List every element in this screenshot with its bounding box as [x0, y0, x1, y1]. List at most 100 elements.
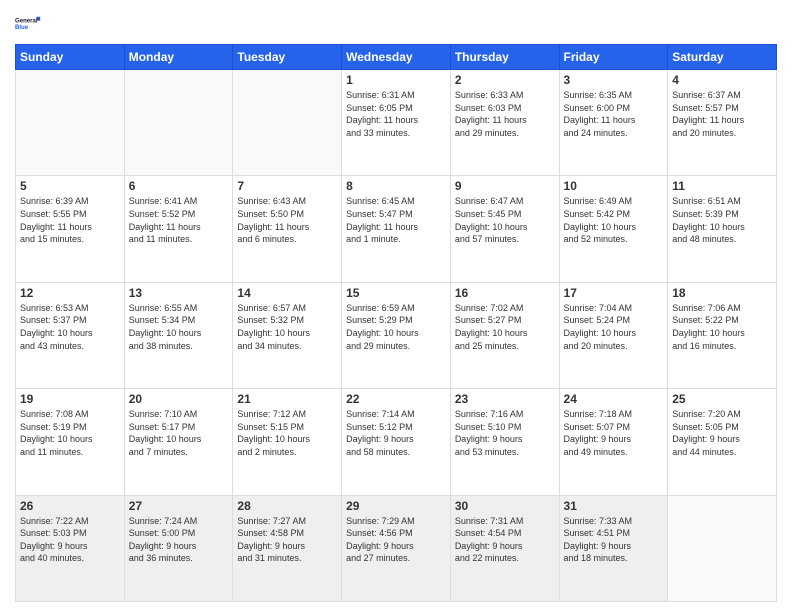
calendar-table: SundayMondayTuesdayWednesdayThursdayFrid… [15, 44, 777, 602]
day-info: Sunrise: 7:18 AM Sunset: 5:07 PM Dayligh… [564, 408, 664, 458]
logo: GeneralBlue [15, 10, 43, 38]
day-number: 5 [20, 179, 120, 193]
day-info: Sunrise: 6:39 AM Sunset: 5:55 PM Dayligh… [20, 195, 120, 245]
calendar-cell: 16 Sunrise: 7:02 AM Sunset: 5:27 PM Dayli… [450, 282, 559, 388]
day-number: 10 [564, 179, 664, 193]
calendar-week-5: 26 Sunrise: 7:22 AM Sunset: 5:03 PM Dayli… [16, 495, 777, 601]
day-number: 25 [672, 392, 772, 406]
col-header-saturday: Saturday [668, 45, 777, 70]
calendar-week-4: 19 Sunrise: 7:08 AM Sunset: 5:19 PM Dayli… [16, 389, 777, 495]
calendar-cell: 22Sunrise: 7:14 AM Sunset: 5:12 PM Dayli… [342, 389, 451, 495]
calendar-cell: 21 Sunrise: 7:12 AM Sunset: 5:15 PM Dayli… [233, 389, 342, 495]
day-info: Sunrise: 7:10 AM Sunset: 5:17 PM Dayligh… [129, 408, 229, 458]
day-info: Sunrise: 6:59 AM Sunset: 5:29 PM Dayligh… [346, 302, 446, 352]
day-info: Sunrise: 6:35 AM Sunset: 6:00 PM Dayligh… [564, 89, 664, 139]
day-info: Sunrise: 7:08 AM Sunset: 5:19 PM Dayligh… [20, 408, 120, 458]
day-number: 29 [346, 499, 446, 513]
calendar-cell: 20 Sunrise: 7:10 AM Sunset: 5:17 PM Dayli… [124, 389, 233, 495]
calendar-cell: 31 Sunrise: 7:33 AM Sunset: 4:51 PM Dayli… [559, 495, 668, 601]
day-info: Sunrise: 6:33 AM Sunset: 6:03 PM Dayligh… [455, 89, 555, 139]
day-number: 26 [20, 499, 120, 513]
calendar-cell: 19 Sunrise: 7:08 AM Sunset: 5:19 PM Dayli… [16, 389, 125, 495]
day-number: 1 [346, 73, 446, 87]
day-number: 4 [672, 73, 772, 87]
calendar-week-2: 5 Sunrise: 6:39 AM Sunset: 5:55 PM Daylig… [16, 176, 777, 282]
day-number: 2 [455, 73, 555, 87]
day-number: 27 [129, 499, 229, 513]
day-number: 31 [564, 499, 664, 513]
day-number: 14 [237, 286, 337, 300]
day-info: Sunrise: 7:31 AM Sunset: 4:54 PM Dayligh… [455, 515, 555, 565]
calendar-cell: 25 Sunrise: 7:20 AM Sunset: 5:05 PM Dayli… [668, 389, 777, 495]
calendar-cell: 8 Sunrise: 6:45 AM Sunset: 5:47 PM Daylig… [342, 176, 451, 282]
day-number: 16 [455, 286, 555, 300]
day-info: Sunrise: 7:20 AM Sunset: 5:05 PM Dayligh… [672, 408, 772, 458]
day-number: 6 [129, 179, 229, 193]
calendar-cell: 12Sunrise: 6:53 AM Sunset: 5:37 PM Dayli… [16, 282, 125, 388]
day-number: 20 [129, 392, 229, 406]
day-info: Sunrise: 7:02 AM Sunset: 5:27 PM Dayligh… [455, 302, 555, 352]
day-number: 7 [237, 179, 337, 193]
day-number: 30 [455, 499, 555, 513]
col-header-thursday: Thursday [450, 45, 559, 70]
calendar-cell: 11 Sunrise: 6:51 AM Sunset: 5:39 PM Dayli… [668, 176, 777, 282]
day-number: 9 [455, 179, 555, 193]
calendar-cell [668, 495, 777, 601]
day-number: 3 [564, 73, 664, 87]
day-info: Sunrise: 6:53 AM Sunset: 5:37 PM Dayligh… [20, 302, 120, 352]
day-number: 18 [672, 286, 772, 300]
day-info: Sunrise: 6:57 AM Sunset: 5:32 PM Dayligh… [237, 302, 337, 352]
calendar-cell: 24Sunrise: 7:18 AM Sunset: 5:07 PM Dayli… [559, 389, 668, 495]
calendar-cell [124, 70, 233, 176]
day-info: Sunrise: 6:49 AM Sunset: 5:42 PM Dayligh… [564, 195, 664, 245]
logo-icon: GeneralBlue [15, 10, 43, 38]
calendar-cell: 6 Sunrise: 6:41 AM Sunset: 5:52 PM Daylig… [124, 176, 233, 282]
col-header-tuesday: Tuesday [233, 45, 342, 70]
page: GeneralBlue SundayMondayTuesdayWednesday… [0, 0, 792, 612]
day-info: Sunrise: 6:51 AM Sunset: 5:39 PM Dayligh… [672, 195, 772, 245]
calendar-cell: 14 Sunrise: 6:57 AM Sunset: 5:32 PM Dayli… [233, 282, 342, 388]
day-info: Sunrise: 6:43 AM Sunset: 5:50 PM Dayligh… [237, 195, 337, 245]
calendar-cell: 4 Sunrise: 6:37 AM Sunset: 5:57 PM Daylig… [668, 70, 777, 176]
header: GeneralBlue [15, 10, 777, 38]
calendar-cell: 10 Sunrise: 6:49 AM Sunset: 5:42 PM Dayli… [559, 176, 668, 282]
calendar-cell: 7 Sunrise: 6:43 AM Sunset: 5:50 PM Daylig… [233, 176, 342, 282]
calendar-cell: 29 Sunrise: 7:29 AM Sunset: 4:56 PM Dayli… [342, 495, 451, 601]
day-number: 28 [237, 499, 337, 513]
svg-text:Blue: Blue [15, 25, 29, 31]
day-info: Sunrise: 6:47 AM Sunset: 5:45 PM Dayligh… [455, 195, 555, 245]
col-header-sunday: Sunday [16, 45, 125, 70]
day-number: 15 [346, 286, 446, 300]
calendar-cell [233, 70, 342, 176]
calendar-cell: 28 Sunrise: 7:27 AM Sunset: 4:58 PM Dayli… [233, 495, 342, 601]
day-number: 11 [672, 179, 772, 193]
day-info: Sunrise: 7:29 AM Sunset: 4:56 PM Dayligh… [346, 515, 446, 565]
calendar-cell: 30 Sunrise: 7:31 AM Sunset: 4:54 PM Dayli… [450, 495, 559, 601]
calendar-cell: 23 Sunrise: 7:16 AM Sunset: 5:10 PM Dayli… [450, 389, 559, 495]
day-number: 23 [455, 392, 555, 406]
day-info: Sunrise: 6:31 AM Sunset: 6:05 PM Dayligh… [346, 89, 446, 139]
calendar-week-3: 12Sunrise: 6:53 AM Sunset: 5:37 PM Dayli… [16, 282, 777, 388]
day-info: Sunrise: 7:16 AM Sunset: 5:10 PM Dayligh… [455, 408, 555, 458]
day-info: Sunrise: 6:37 AM Sunset: 5:57 PM Dayligh… [672, 89, 772, 139]
day-number: 21 [237, 392, 337, 406]
calendar-cell: 5 Sunrise: 6:39 AM Sunset: 5:55 PM Daylig… [16, 176, 125, 282]
calendar-cell: 17Sunrise: 7:04 AM Sunset: 5:24 PM Dayli… [559, 282, 668, 388]
day-info: Sunrise: 7:14 AM Sunset: 5:12 PM Dayligh… [346, 408, 446, 458]
day-info: Sunrise: 7:33 AM Sunset: 4:51 PM Dayligh… [564, 515, 664, 565]
day-info: Sunrise: 7:27 AM Sunset: 4:58 PM Dayligh… [237, 515, 337, 565]
calendar-week-1: 1 Sunrise: 6:31 AM Sunset: 6:05 PM Daylig… [16, 70, 777, 176]
day-number: 17 [564, 286, 664, 300]
calendar-cell: 1 Sunrise: 6:31 AM Sunset: 6:05 PM Daylig… [342, 70, 451, 176]
day-info: Sunrise: 7:22 AM Sunset: 5:03 PM Dayligh… [20, 515, 120, 565]
day-info: Sunrise: 6:45 AM Sunset: 5:47 PM Dayligh… [346, 195, 446, 245]
calendar-cell: 27Sunrise: 7:24 AM Sunset: 5:00 PM Dayli… [124, 495, 233, 601]
calendar-cell: 2 Sunrise: 6:33 AM Sunset: 6:03 PM Daylig… [450, 70, 559, 176]
calendar-cell: 15 Sunrise: 6:59 AM Sunset: 5:29 PM Dayli… [342, 282, 451, 388]
day-number: 19 [20, 392, 120, 406]
day-info: Sunrise: 7:12 AM Sunset: 5:15 PM Dayligh… [237, 408, 337, 458]
calendar-cell: 9 Sunrise: 6:47 AM Sunset: 5:45 PM Daylig… [450, 176, 559, 282]
calendar-cell: 18Sunrise: 7:06 AM Sunset: 5:22 PM Dayli… [668, 282, 777, 388]
day-number: 8 [346, 179, 446, 193]
day-info: Sunrise: 6:41 AM Sunset: 5:52 PM Dayligh… [129, 195, 229, 245]
